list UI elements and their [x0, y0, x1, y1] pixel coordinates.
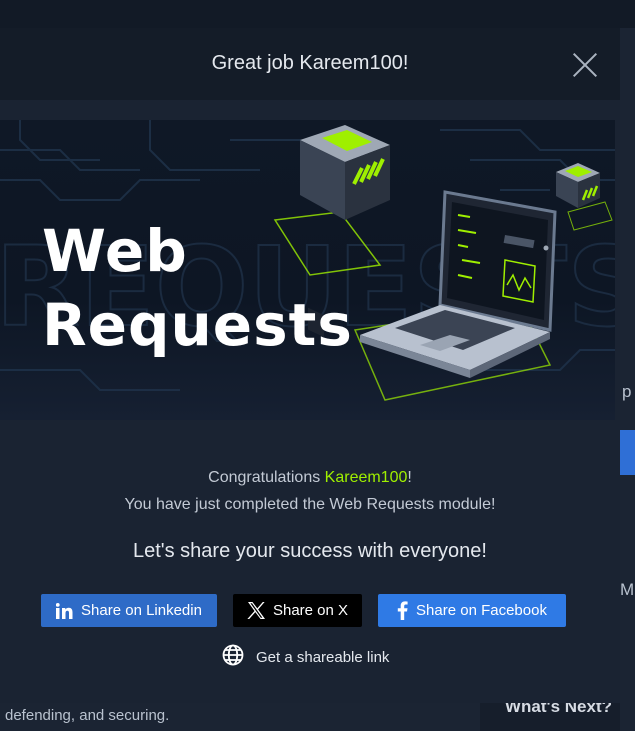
background-top-bar — [0, 0, 635, 28]
share-facebook-label: Share on Facebook — [416, 602, 547, 619]
background-right-panel — [620, 28, 635, 731]
congrats-suffix: ! — [407, 469, 412, 486]
congrats-prefix: Congratulations — [208, 469, 325, 486]
x-icon — [247, 602, 265, 619]
shareable-link-button[interactable]: Get a shareable link — [222, 644, 390, 670]
share-x-label: Share on X — [272, 602, 349, 619]
username: Kareem100 — [324, 469, 408, 486]
share-linkedin-button[interactable]: Share on Linkedin — [41, 594, 217, 627]
background-text: M — [620, 580, 635, 599]
module-complete-modal: Great job Kareem100! REQUESTS Web Reques… — [0, 28, 620, 703]
share-x-button[interactable]: Share on X — [233, 594, 362, 627]
congratulations-text: Congratulations Kareem100! — [0, 469, 620, 487]
completion-message: You have just completed the Web Requests… — [124, 496, 496, 513]
share-heading: Let's share your success with everyone! — [133, 540, 487, 562]
modal-header: Great job Kareem100! — [0, 28, 620, 100]
share-linkedin-label: Share on Linkedin — [81, 602, 202, 619]
linkedin-icon — [56, 602, 73, 619]
facebook-icon — [397, 601, 408, 620]
background-text: p — [622, 382, 632, 401]
modal-title: Great job Kareem100! — [211, 52, 409, 74]
globe-icon — [222, 644, 244, 670]
background-button — [620, 430, 635, 475]
share-facebook-button[interactable]: Share on Facebook — [378, 594, 566, 627]
shareable-link-label: Get a shareable link — [256, 648, 390, 666]
background-description: defending, and securing. — [5, 707, 170, 724]
close-icon[interactable] — [568, 48, 602, 82]
module-banner: REQUESTS Web Requests — [0, 120, 615, 420]
module-name: Web Requests — [42, 217, 353, 360]
